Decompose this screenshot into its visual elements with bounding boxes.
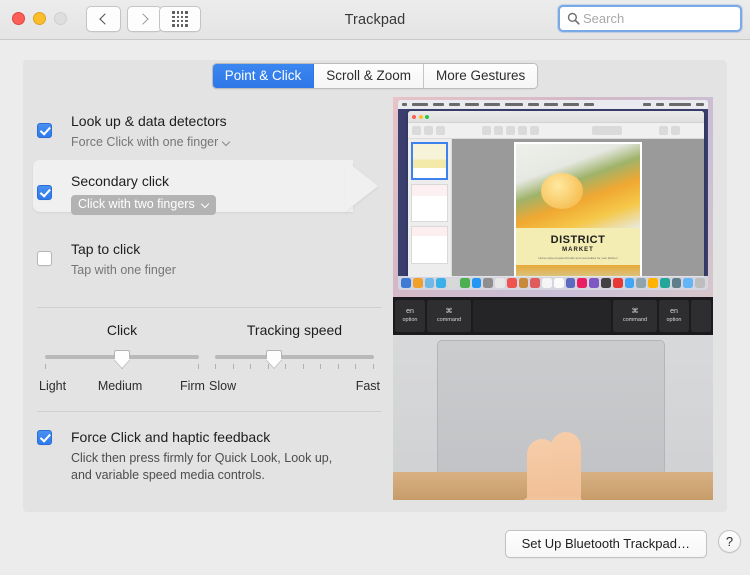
option-title: Secondary click [71,173,170,189]
demo-key-command-left: ⌘ command [427,300,471,332]
demo-document-canvas: DISTRICT MARKET Home-style prepared food… [452,139,704,277]
option-title: Look up & data detectors [71,113,227,129]
tab-scroll-and-zoom[interactable]: Scroll & Zoom [314,64,425,88]
demo-doc-title: DISTRICT [550,234,606,246]
demo-key-spacebar [473,300,611,332]
demo-doc-subtitle: MARKET [562,247,594,253]
demo-key-label: option [402,317,418,323]
demo-menubar [398,100,708,109]
search-field[interactable]: Search [558,5,742,32]
slider-tracking-speed-thumb[interactable] [265,350,282,368]
demo-doc-tagline: Home-style prepared foods and necessitie… [538,255,618,260]
option-tap-to-click[interactable]: Tap to click Tap with one finger [37,227,382,285]
tab-more-gestures[interactable]: More Gestures [424,64,538,88]
demo-dock [398,276,708,290]
checkbox-look-up-and-data-detectors[interactable] [37,123,52,138]
demo-key-glyph: en [406,308,414,315]
set-up-bluetooth-trackpad-button[interactable]: Set Up Bluetooth Trackpad… [504,530,707,558]
slider-label-min: Light [39,379,67,393]
gesture-demo-video[interactable]: DISTRICT MARKET Home-style prepared food… [393,97,713,500]
demo-key-option-left: en option [395,300,425,332]
demo-pages-toolbar [408,123,704,139]
demo-pages-titlebar [408,111,704,123]
popup-button-label: Click with two fingers [78,197,195,211]
option-subtitle: Tap with one finger [71,263,176,277]
search-icon [567,12,580,25]
slider-click-track[interactable] [45,350,199,374]
tab-bar: Point & Click Scroll & Zoom More Gesture… [0,63,750,89]
slider-label-max: Firm [179,379,205,393]
checkbox-secondary-click[interactable] [37,185,52,200]
force-click-title: Force Click and haptic feedback [71,429,271,445]
demo-key-option-right: en option [659,300,689,332]
demo-finger-two [551,432,581,500]
force-click-description-line2: and variable speed media controls. [71,468,265,482]
search-input-placeholder: Search [583,11,625,26]
demo-key-command-right: ⌘ command [613,300,657,332]
option-subtitle: Force Click with one finger [71,135,219,149]
demo-key-glyph: en [670,308,678,315]
slider-tracking-speed-labels: Slow Fast [207,379,382,393]
demo-slide-thumbnails [408,139,452,277]
slider-title: Tracking speed [246,322,343,338]
slider-title: Click [106,322,138,338]
slider-label-max: Fast [355,379,380,393]
demo-key-glyph: ⌘ [631,308,639,315]
window-titlebar: Trackpad Search [0,0,750,40]
chevron-down-icon [223,139,230,146]
demo-keyboard: en option ⌘ command ⌘ command en option [393,297,713,335]
trackpad-preferences-window: Trackpad Search Point & Click Scroll & Z… [0,0,750,575]
force-click-description-line1: Click then press firmly for Quick Look, … [71,451,333,465]
slider-tracking-speed-track[interactable] [215,350,374,374]
options-column: Look up & data detectors Force Click wit… [37,105,382,484]
option-secondary-click[interactable]: Secondary click Click with two fingers [37,157,382,227]
slider-click-thumb[interactable] [114,350,130,368]
slider-tracking-speed: Tracking speed Slow Fast [207,322,382,393]
sliders-section: Click Light Medium Firm Tracking speed S… [37,308,382,393]
chevron-down-icon [202,201,209,208]
slider-click-labels: Light Medium Firm [37,379,207,393]
demo-key-label: command [622,317,648,323]
slider-click: Click Light Medium Firm [37,322,207,393]
demo-desktop: DISTRICT MARKET Home-style prepared food… [398,100,708,290]
demo-key-arrow [691,300,711,332]
tab-point-and-click[interactable]: Point & Click [212,64,315,88]
demo-key-label: option [666,317,682,323]
help-button[interactable]: ? [718,530,741,553]
checkbox-force-click[interactable] [37,430,52,445]
slider-label-min: Slow [209,379,237,393]
option-title: Tap to click [71,241,141,257]
demo-pages-window: DISTRICT MARKET Home-style prepared food… [408,111,704,277]
option-subtitle-row[interactable]: Force Click with one finger [71,133,382,151]
demo-hand [521,497,585,500]
demo-key-glyph: ⌘ [445,308,453,315]
popup-button-secondary-click[interactable]: Click with two fingers [71,195,216,215]
slider-ticks [215,364,374,369]
option-look-up-and-data-detectors[interactable]: Look up & data detectors Force Click wit… [37,105,382,157]
checkbox-tap-to-click[interactable] [37,251,52,266]
option-force-click[interactable]: Force Click and haptic feedback Click th… [37,412,382,484]
slider-label-mid: Medium [97,379,143,393]
demo-screen: DISTRICT MARKET Home-style prepared food… [393,97,713,297]
demo-key-label: command [436,317,462,323]
